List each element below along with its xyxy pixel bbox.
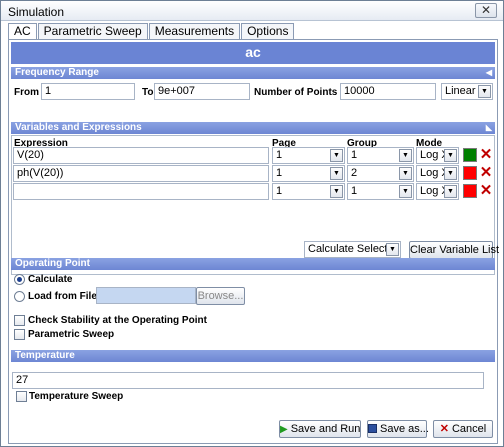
check-stability-label: Check Stability at the Operating Point bbox=[28, 315, 207, 326]
tab-ac[interactable]: AC bbox=[8, 23, 37, 40]
chevron-down-icon: ▼ bbox=[330, 167, 343, 180]
tab-measurements[interactable]: Measurements bbox=[148, 23, 241, 39]
cancel-label: Cancel bbox=[451, 423, 487, 435]
page-value: 1 bbox=[276, 167, 283, 179]
chevron-down-icon: ▼ bbox=[444, 185, 457, 198]
tab-content-panel: ac Frequency Range ◀ From 1 To 9e+007 Nu… bbox=[8, 39, 499, 444]
load-from-file-radio[interactable] bbox=[14, 291, 25, 302]
chevron-down-icon: ▼ bbox=[330, 185, 343, 198]
trace-color-swatch[interactable] bbox=[463, 148, 477, 162]
expression-input[interactable] bbox=[13, 183, 269, 200]
tab-parametric-sweep[interactable]: Parametric Sweep bbox=[37, 23, 148, 39]
group-select[interactable]: 1 ▼ bbox=[347, 183, 414, 200]
chevron-down-icon: ▼ bbox=[399, 167, 412, 180]
simulation-window: Simulation ✕ AC Parametric Sweep Measure… bbox=[0, 0, 504, 447]
page-select[interactable]: 1 ▼ bbox=[272, 183, 345, 200]
delete-icon[interactable]: ✕ bbox=[479, 147, 493, 162]
chevron-down-icon: ▼ bbox=[444, 149, 457, 162]
delete-icon[interactable]: ✕ bbox=[479, 165, 493, 180]
expression-input[interactable]: ph(V(20)) bbox=[13, 165, 269, 182]
parametric-sweep-label: Parametric Sweep bbox=[28, 329, 115, 340]
to-input[interactable]: 9e+007 bbox=[154, 83, 250, 100]
clear-variable-list-button[interactable]: Clear Variable List bbox=[409, 241, 499, 259]
temperature-input[interactable]: 27 bbox=[12, 372, 484, 389]
from-input[interactable]: 1 bbox=[41, 83, 135, 100]
group-select[interactable]: 1 ▼ bbox=[347, 147, 414, 164]
chevron-down-icon: ▼ bbox=[386, 243, 399, 256]
frequency-range-title: Frequency Range bbox=[15, 67, 99, 78]
calculate-select[interactable]: Calculate Selected ▼ bbox=[304, 241, 401, 258]
operating-point-title: Operating Point bbox=[15, 258, 90, 269]
mode-select[interactable]: Log X ▼ bbox=[416, 165, 459, 182]
from-label: From bbox=[14, 87, 39, 98]
floppy-disk-icon bbox=[368, 424, 377, 433]
parametric-sweep-checkbox[interactable] bbox=[14, 329, 25, 340]
chevron-down-icon: ▼ bbox=[330, 149, 343, 162]
browse-button[interactable]: Browse... bbox=[196, 287, 245, 305]
temperature-sweep-label: Temperature Sweep bbox=[29, 391, 124, 402]
temperature-sweep-checkbox[interactable] bbox=[16, 391, 27, 402]
calculate-radio[interactable] bbox=[14, 274, 25, 285]
number-of-points-label: Number of Points bbox=[254, 87, 338, 98]
delete-icon[interactable]: ✕ bbox=[479, 183, 493, 198]
page-value: 1 bbox=[276, 149, 283, 161]
tab-options[interactable]: Options bbox=[241, 23, 295, 39]
page-select[interactable]: 1 ▼ bbox=[272, 147, 345, 164]
temperature-title: Temperature bbox=[15, 350, 75, 361]
operating-point-header: Operating Point bbox=[11, 258, 495, 270]
temperature-header: Temperature bbox=[11, 350, 495, 362]
chevron-down-icon: ▼ bbox=[478, 85, 491, 98]
title-bar: Simulation ✕ bbox=[1, 1, 503, 21]
tab-bar: AC Parametric Sweep Measurements Options bbox=[8, 23, 295, 40]
save-and-run-label: Save and Run bbox=[290, 423, 361, 435]
page-value: 1 bbox=[276, 185, 283, 197]
number-of-points-input[interactable]: 10000 bbox=[340, 83, 436, 100]
calculate-radio-label: Calculate bbox=[28, 274, 73, 285]
load-file-path-input bbox=[96, 287, 196, 304]
frequency-scale-select[interactable]: Linear ▼ bbox=[441, 83, 493, 100]
chevron-down-icon: ▼ bbox=[444, 167, 457, 180]
save-as-button[interactable]: Save as... bbox=[367, 420, 429, 438]
frequency-scale-value: Linear bbox=[445, 85, 476, 97]
frequency-range-header[interactable]: Frequency Range ◀ bbox=[11, 67, 495, 79]
save-and-run-button[interactable]: ▶ Save and Run bbox=[279, 420, 361, 438]
save-as-label: Save as... bbox=[380, 423, 429, 435]
group-select[interactable]: 2 ▼ bbox=[347, 165, 414, 182]
chevron-down-icon: ▼ bbox=[399, 149, 412, 162]
window-close-button[interactable]: ✕ bbox=[475, 3, 497, 18]
close-icon: ✕ bbox=[439, 423, 449, 435]
cancel-button[interactable]: ✕ Cancel bbox=[433, 420, 493, 438]
analysis-banner: ac bbox=[11, 42, 495, 64]
collapse-icon[interactable]: ◀ bbox=[486, 67, 492, 79]
variables-title: Variables and Expressions bbox=[15, 122, 142, 133]
mode-select[interactable]: Log X ▼ bbox=[416, 147, 459, 164]
group-value: 1 bbox=[351, 185, 358, 197]
mode-select[interactable]: Log X ▼ bbox=[416, 183, 459, 200]
page-select[interactable]: 1 ▼ bbox=[272, 165, 345, 182]
variables-header[interactable]: Variables and Expressions ◣ bbox=[11, 122, 495, 134]
check-stability-checkbox[interactable] bbox=[14, 315, 25, 326]
expression-input[interactable]: V(20) bbox=[13, 147, 269, 164]
play-icon: ▶ bbox=[280, 424, 288, 435]
trace-color-swatch[interactable] bbox=[463, 166, 477, 180]
group-value: 2 bbox=[351, 167, 358, 179]
trace-color-swatch[interactable] bbox=[463, 184, 477, 198]
chevron-down-icon: ▼ bbox=[399, 185, 412, 198]
to-label: To bbox=[142, 87, 154, 98]
expand-icon[interactable]: ◣ bbox=[486, 122, 492, 134]
group-value: 1 bbox=[351, 149, 358, 161]
window-title: Simulation bbox=[8, 5, 65, 19]
load-from-file-label: Load from File bbox=[28, 291, 97, 302]
